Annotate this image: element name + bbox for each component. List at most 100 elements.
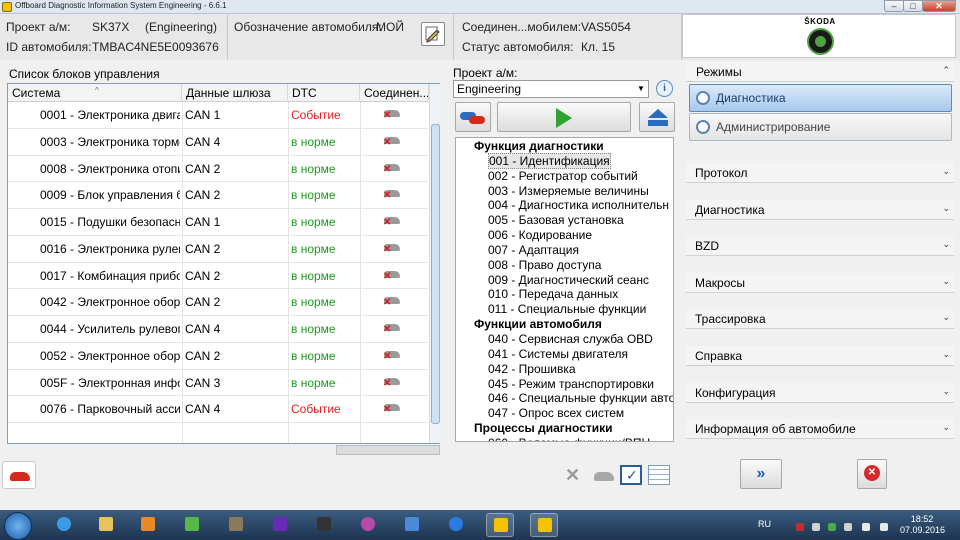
people-icon[interactable] xyxy=(178,513,206,537)
tree-item[interactable]: 046 - Специальные функции автом xyxy=(456,391,673,406)
vehicle-select-button[interactable] xyxy=(455,102,491,132)
tray-icon[interactable] xyxy=(844,523,852,531)
table-scrollbar[interactable] xyxy=(429,84,440,443)
language-indicator[interactable]: RU xyxy=(758,519,771,529)
table-row[interactable]: 0017 - Комбинация прибор CAN 2 в норме xyxy=(8,263,428,290)
minimize-button[interactable]: – xyxy=(884,0,904,12)
table-row[interactable]: 0008 - Электроника отопите CAN 2 в норме xyxy=(8,156,428,183)
folder-icon[interactable] xyxy=(92,513,120,537)
table-row[interactable]: 005F - Электронная информ CAN 3 в норме xyxy=(8,370,428,397)
maximize-button[interactable]: □ xyxy=(903,0,923,12)
floppy-icon[interactable] xyxy=(266,513,294,537)
tree-item[interactable]: 009 - Диагностический сеанс xyxy=(456,273,673,288)
run-diagnostics-button[interactable] xyxy=(497,102,631,132)
app-circle-icon[interactable] xyxy=(354,513,382,537)
tree-group[interactable]: Процессы диагностики xyxy=(456,421,673,436)
mode-diagnostics-button[interactable]: Диагностика xyxy=(689,84,952,112)
row-connection xyxy=(383,294,401,308)
tree-item[interactable]: 004 - Диагностика исполнительн xyxy=(456,198,673,213)
tree-item[interactable]: 007 - Адаптация xyxy=(456,243,673,258)
tree-item[interactable]: 060 - Ведомые функции/ВПН xyxy=(456,436,673,441)
dropdown-arrow-icon[interactable]: ▼ xyxy=(634,81,648,97)
mode-admin-button[interactable]: Администрирование xyxy=(689,113,952,141)
sidebar-section[interactable]: Конфигурация ⌄ xyxy=(686,382,954,403)
table-row[interactable]: 0044 - Усилитель рулевого у CAN 4 в норме xyxy=(8,316,428,343)
table-row[interactable]: 0076 - Парковочный ассист CAN 4 Событие xyxy=(8,396,428,423)
table-row[interactable]: 0052 - Электронное оборуд CAN 2 в норме xyxy=(8,343,428,370)
horizontal-scrollbar[interactable] xyxy=(336,445,440,455)
sidebar-section-label: Конфигурация xyxy=(695,385,776,400)
tree-item[interactable]: 011 - Специальные функции xyxy=(456,302,673,317)
clock[interactable]: 18:52 07.09.2016 xyxy=(900,514,945,536)
tree-item[interactable]: 047 - Опрос всех систем xyxy=(456,406,673,421)
teamviewer-icon[interactable] xyxy=(442,513,470,537)
tree-group[interactable]: Функция диагностики xyxy=(456,139,673,154)
column-connection[interactable]: Соединен... xyxy=(360,84,429,102)
tree-item[interactable]: 005 - Базовая установка xyxy=(456,213,673,228)
vasya-icon[interactable] xyxy=(310,513,338,537)
media-player-icon[interactable] xyxy=(134,513,162,537)
tray-icon[interactable] xyxy=(828,523,836,531)
sidebar-section[interactable]: Информация об автомобиле ⌄ xyxy=(686,419,954,440)
scrollbar-thumb[interactable] xyxy=(431,124,440,424)
sidebar-section[interactable]: Протокол ⌄ xyxy=(686,163,954,183)
skoda-logo-icon xyxy=(807,28,834,55)
archive-icon[interactable] xyxy=(222,513,250,537)
sidebar-section[interactable]: Справка ⌄ xyxy=(686,346,954,366)
table-row[interactable]: 0042 - Электронное оборуд CAN 2 в норме xyxy=(8,289,428,316)
tree-item[interactable]: 006 - Кодирование xyxy=(456,228,673,243)
project-select[interactable]: Engineering xyxy=(453,80,649,98)
tree-item[interactable]: 002 - Регистратор событий xyxy=(456,169,673,184)
tree-item[interactable]: 042 - Прошивка xyxy=(456,362,673,377)
delete-icon[interactable]: ✕ xyxy=(565,465,587,485)
modes-header[interactable]: Режимы ⌃ xyxy=(686,62,954,82)
column-dtc[interactable]: DTC xyxy=(288,84,360,102)
disconnected-car-icon xyxy=(383,401,401,415)
vehicle-car-icon[interactable] xyxy=(2,461,36,489)
cancel-button[interactable] xyxy=(857,459,887,489)
row-dtc: в норме xyxy=(291,215,336,229)
table-row[interactable]: 0001 - Электроника двигате CAN 1 Событие xyxy=(8,102,428,129)
odis-taskbar-icon[interactable] xyxy=(486,513,514,537)
sidebar-section[interactable]: BZD ⌄ xyxy=(686,236,954,257)
tree-item-label: 060 - Ведомые функции/ВПН xyxy=(488,436,650,441)
info-icon[interactable]: i xyxy=(656,80,673,97)
speaker-icon[interactable] xyxy=(398,513,426,537)
grid-icon[interactable] xyxy=(648,465,670,485)
tree-item-label: 005 - Базовая установка xyxy=(488,213,624,228)
table-row[interactable]: 0015 - Подушки безопасност CAN 1 в норме xyxy=(8,209,428,236)
sidebar-section[interactable]: Диагностика ⌄ xyxy=(686,199,954,220)
tree-item[interactable]: 003 - Измеряемые величины xyxy=(456,184,673,199)
sidebar-section[interactable]: Макросы ⌄ xyxy=(686,272,954,293)
start-button[interactable] xyxy=(4,512,32,540)
edit-designation-button[interactable] xyxy=(421,22,445,46)
tree-item[interactable]: 045 - Режим транспортировки xyxy=(456,377,673,392)
column-gateway[interactable]: Данные шлюза xyxy=(182,84,288,102)
project-panel: Проект а/м: SK37X (Engineering) ID автом… xyxy=(0,14,228,60)
odis-taskbar-icon-2[interactable] xyxy=(530,513,558,537)
tree-item[interactable]: 040 - Сервисная служба OBD xyxy=(456,332,673,347)
tree-item[interactable]: 010 - Передача данных xyxy=(456,287,673,302)
tree-item[interactable]: 001 - Идентификация xyxy=(456,152,673,169)
table-row[interactable]: 0016 - Электроника рулевой CAN 2 в норме xyxy=(8,236,428,263)
table-row[interactable]: 0009 - Блок управления бор CAN 2 в норме xyxy=(8,182,428,209)
forward-button[interactable]: » xyxy=(740,459,782,489)
tray-icon[interactable] xyxy=(812,523,820,531)
volume-icon[interactable] xyxy=(880,523,888,531)
row-system: 0008 - Электроника отопите xyxy=(40,161,180,176)
close-window-button[interactable]: ✕ xyxy=(922,0,956,12)
mode-label: Диагностика xyxy=(716,91,786,105)
row-dtc: в норме xyxy=(291,188,336,203)
sidebar-section[interactable]: Трассировка ⌄ xyxy=(686,309,954,330)
tree-item[interactable]: 041 - Системы двигателя xyxy=(456,347,673,362)
ie-icon[interactable] xyxy=(50,513,78,537)
select-all-icon[interactable] xyxy=(620,465,642,485)
car-icon[interactable] xyxy=(592,465,614,485)
expand-icon: ⌄ xyxy=(942,275,950,286)
exit-diagnostics-button[interactable] xyxy=(639,102,675,132)
network-icon[interactable] xyxy=(862,523,870,531)
tree-item[interactable]: 008 - Право доступа xyxy=(456,258,673,273)
tree-group[interactable]: Функции автомобиля xyxy=(456,317,673,332)
table-row[interactable]: 0003 - Электроника тормоз CAN 4 в норме xyxy=(8,129,428,156)
tray-icon[interactable] xyxy=(796,523,804,531)
